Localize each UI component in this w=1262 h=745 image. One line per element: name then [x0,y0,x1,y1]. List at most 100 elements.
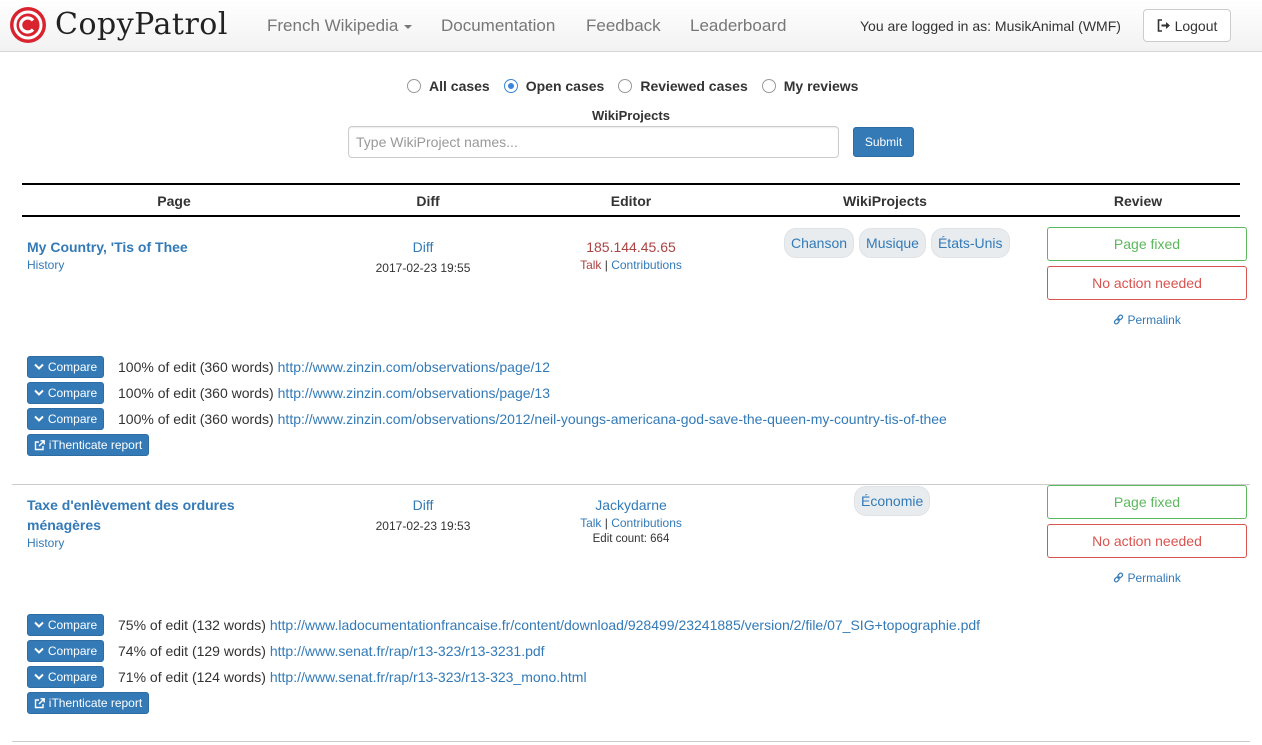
filter-reviewed-cases[interactable]: Reviewed cases [618,78,748,94]
edit-count: Edit count: 664 [592,533,670,545]
compare-label: Compare [47,670,98,684]
wikiprojects-tags: Économie [854,486,935,516]
brand-name: CopyPatrol [55,7,228,42]
editor-link[interactable]: Jackydarne [595,497,667,513]
ithenticate-report-button[interactable]: iThenticate report [27,434,149,456]
compare-label: Compare [47,618,98,632]
nav-feedback[interactable]: Feedback [586,16,661,36]
submit-button[interactable]: Submit [853,127,914,157]
link-icon [1113,314,1124,325]
nav-leaderboard[interactable]: Leaderboard [690,16,786,36]
no-action-button[interactable]: No action needed [1047,524,1247,558]
chevron-down-icon [34,647,44,654]
compare-button[interactable]: Compare [27,666,104,688]
chevron-down-icon [34,673,44,680]
table-header: Page Diff Editor WikiProjects Review [22,183,1240,217]
compare-button[interactable]: Compare [27,356,104,378]
filter-my-reviews[interactable]: My reviews [761,78,859,94]
ithenticate-label: iThenticate report [48,696,143,710]
match-source-link[interactable]: http://www.ladocumentationfrancaise.fr/c… [270,617,980,633]
match-row: Compare 71% of edit (124 words) http://w… [27,666,587,688]
compare-label: Compare [47,386,98,400]
link-icon [1113,572,1124,583]
diff-link[interactable]: Diff [368,237,478,257]
editor-link[interactable]: 185.144.45.65 [586,239,676,255]
compare-button[interactable]: Compare [27,640,104,662]
nav-documentation[interactable]: Documentation [441,16,555,36]
external-link-icon [34,439,45,450]
filter-label: My reviews [783,78,859,94]
match-percentage: 71% of edit (124 words) [118,669,266,685]
match-source-link[interactable]: http://www.zinzin.com/observations/page/… [278,359,550,375]
contributions-link[interactable]: Contributions [611,258,682,272]
filter-open-cases[interactable]: Open cases [503,78,605,94]
no-action-button[interactable]: No action needed [1047,266,1247,300]
chevron-down-icon [34,363,44,370]
match-row: Compare 100% of edit (360 words) http://… [27,408,947,430]
page-title-link[interactable]: My Country, 'Tis of Thee [27,237,267,257]
page-fixed-button[interactable]: Page fixed [1047,227,1247,261]
radio-all-cases[interactable] [407,79,421,93]
logout-icon [1157,19,1170,32]
contributions-link[interactable]: Contributions [611,516,682,530]
talk-link[interactable]: Talk [580,258,601,272]
match-source-link[interactable]: http://www.zinzin.com/observations/page/… [278,385,550,401]
diff-link[interactable]: Diff [368,495,478,515]
header-review: Review [1113,193,1163,209]
caret-down-icon [404,24,413,29]
login-status: You are logged in as: MusikAnimal (WMF) [860,18,1121,34]
chevron-down-icon [34,621,44,628]
match-source-link[interactable]: http://www.zinzin.com/observations/2012/… [278,411,947,427]
ithenticate-label: iThenticate report [48,438,143,452]
compare-button[interactable]: Compare [27,614,104,636]
talk-link[interactable]: Talk [580,516,601,530]
radio-open-cases[interactable] [503,79,518,93]
page-fixed-button[interactable]: Page fixed [1047,485,1247,519]
page-title-link[interactable]: Taxe d'enlèvement des ordures ménagères [27,495,267,535]
match-row: Compare 100% of edit (360 words) http://… [27,382,550,404]
diff-timestamp: 2017-02-23 19:53 [375,519,471,533]
match-percentage: 100% of edit (360 words) [118,385,274,401]
match-percentage: 100% of edit (360 words) [118,359,274,375]
history-link[interactable]: History [27,258,64,272]
logout-label: Logout [1174,17,1218,34]
radio-my-reviews[interactable] [761,79,776,93]
navbar: CopyPatrol French Wikipedia Documentatio… [0,0,1262,52]
wikiproject-tag[interactable]: États-Unis [930,228,1010,258]
header-diff: Diff [416,193,440,209]
header-wikiprojects: WikiProjects [843,193,927,209]
copyright-logo-icon [10,7,46,43]
permalink-link[interactable]: Permalink [1047,313,1247,327]
wikiproject-tag[interactable]: Musique [859,228,926,258]
permalink-label: Permalink [1127,313,1181,327]
wikiproject-tag[interactable]: Chanson [784,228,855,258]
wikiproject-tag[interactable]: Économie [854,486,931,516]
wikiprojects-input[interactable] [348,126,839,158]
brand[interactable]: CopyPatrol [9,6,228,44]
history-link[interactable]: History [27,536,64,550]
match-source-link[interactable]: http://www.senat.fr/rap/r13-323/r13-323_… [270,669,587,685]
compare-button[interactable]: Compare [27,408,104,430]
permalink-label: Permalink [1127,571,1181,585]
case-filter: All cases Open cases Reviewed cases My r… [407,78,872,94]
compare-label: Compare [47,360,98,374]
match-row: Compare 74% of edit (129 words) http://w… [27,640,545,662]
chevron-down-icon [34,389,44,396]
header-editor: Editor [610,193,652,209]
match-percentage: 74% of edit (129 words) [118,643,266,659]
logout-button[interactable]: Logout [1143,9,1231,42]
ithenticate-report-button[interactable]: iThenticate report [27,692,149,714]
filter-label: Open cases [525,78,605,94]
wikiprojects-label: WikiProjects [592,108,670,123]
permalink-link[interactable]: Permalink [1047,571,1247,585]
match-percentage: 100% of edit (360 words) [118,411,274,427]
match-source-link[interactable]: http://www.senat.fr/rap/r13-323/r13-3231… [270,643,545,659]
filter-all-cases[interactable]: All cases [407,78,490,94]
wikiprojects-tags: Chanson Musique États-Unis [784,228,1015,258]
diff-timestamp: 2017-02-23 19:55 [375,261,471,275]
compare-button[interactable]: Compare [27,382,104,404]
filter-label: Reviewed cases [640,78,748,94]
wiki-dropdown[interactable]: French Wikipedia [267,16,413,36]
radio-reviewed-cases[interactable] [618,79,633,93]
header-page: Page [157,193,191,209]
